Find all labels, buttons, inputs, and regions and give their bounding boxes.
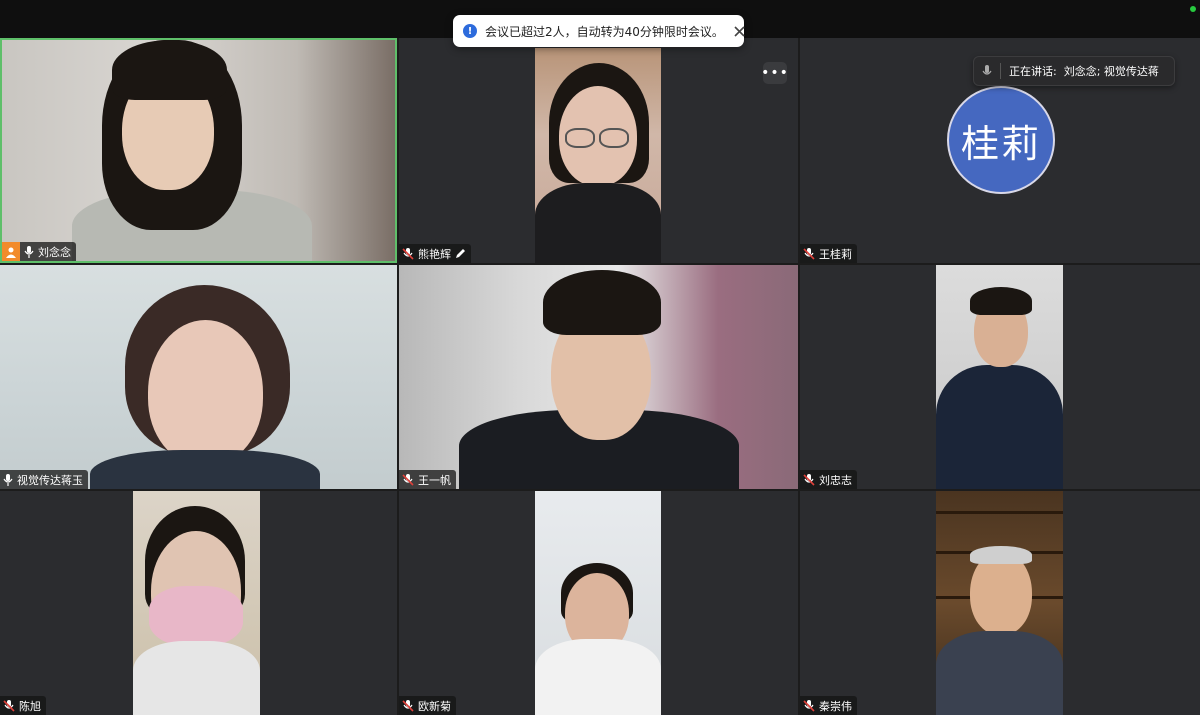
name-tag: 熊艳辉: [399, 244, 471, 263]
participant-name: 陈旭: [19, 699, 41, 713]
mic-icon: [24, 245, 34, 258]
participant-tile[interactable]: 视觉传达蒋玉: [0, 265, 397, 489]
mic-icon: [982, 64, 992, 78]
rename-pencil-icon[interactable]: [455, 248, 466, 259]
muted-mic-icon: [402, 473, 414, 486]
participant-name: 刘忠志: [819, 473, 852, 487]
muted-mic-icon: [803, 247, 815, 260]
name-tag: 刘念念: [2, 242, 76, 261]
active-speaker-indicator[interactable]: 正在讲话: 刘念念; 视觉传达蒋...: [973, 56, 1175, 86]
muted-mic-icon: [3, 699, 15, 712]
name-tag: 王一帆: [399, 470, 456, 489]
notification-message: 会议已超过2人，自动转为40分钟限时会议。: [485, 24, 724, 39]
info-icon: !: [463, 24, 477, 38]
participant-name: 秦崇伟: [819, 699, 852, 713]
muted-mic-icon: [402, 699, 414, 712]
name-tag: 欧新菊: [399, 696, 456, 715]
participant-video: [535, 48, 661, 263]
close-icon[interactable]: [732, 23, 748, 39]
participant-video: [2, 40, 395, 261]
name-tag: 秦崇伟: [800, 696, 857, 715]
avatar: 桂莉: [947, 86, 1055, 194]
participant-video: [936, 491, 1063, 715]
participant-name: 熊艳辉: [418, 247, 451, 261]
name-tag: 陈旭: [0, 696, 46, 715]
name-tag: 刘忠志: [800, 470, 857, 489]
participant-tile[interactable]: 刘念念: [0, 38, 397, 263]
participant-video: [133, 491, 260, 715]
host-icon: [2, 242, 20, 261]
participant-video: [0, 265, 397, 489]
separator: [1000, 63, 1001, 79]
participant-name: 视觉传达蒋玉: [17, 473, 83, 487]
status-dot: [1190, 6, 1196, 12]
time-limit-notification: ! 会议已超过2人，自动转为40分钟限时会议。: [453, 15, 745, 47]
participant-name: 王一帆: [418, 473, 451, 487]
participant-name: 欧新菊: [418, 699, 451, 713]
muted-mic-icon: [402, 247, 414, 260]
participant-video: [535, 491, 661, 715]
participant-video: [936, 265, 1063, 489]
participant-tile[interactable]: 王一帆: [399, 265, 798, 489]
name-tag: 视觉传达蒋玉: [0, 470, 88, 489]
gallery-view: 刘念念 ••• 熊艳辉 桂莉 王桂莉 视觉传达蒋玉 王一帆 刘忠志 陈旭 欧新菊…: [0, 38, 1200, 715]
participant-tile[interactable]: 秦崇伟: [800, 491, 1200, 715]
participant-name: 刘念念: [38, 245, 71, 259]
speaker-names: 刘念念; 视觉传达蒋...: [1063, 65, 1159, 78]
participant-tile[interactable]: ••• 熊艳辉: [399, 38, 798, 263]
muted-mic-icon: [803, 473, 815, 486]
participant-name: 王桂莉: [819, 247, 852, 261]
participant-video: [399, 265, 798, 489]
speaking-label: 正在讲话:: [1009, 65, 1057, 78]
mic-icon: [3, 473, 13, 486]
participant-tile[interactable]: 刘忠志: [800, 265, 1200, 489]
participant-tile[interactable]: 欧新菊: [399, 491, 798, 715]
speaking-text: 正在讲话: 刘念念; 视觉传达蒋...: [1009, 63, 1159, 79]
meeting-window: ! 会议已超过2人，自动转为40分钟限时会议。 刘念念 ••• 熊艳辉 桂莉 王…: [0, 0, 1200, 715]
participant-tile[interactable]: 陈旭: [0, 491, 397, 715]
more-options-button[interactable]: •••: [761, 62, 788, 84]
name-tag: 王桂莉: [800, 244, 857, 263]
muted-mic-icon: [803, 699, 815, 712]
